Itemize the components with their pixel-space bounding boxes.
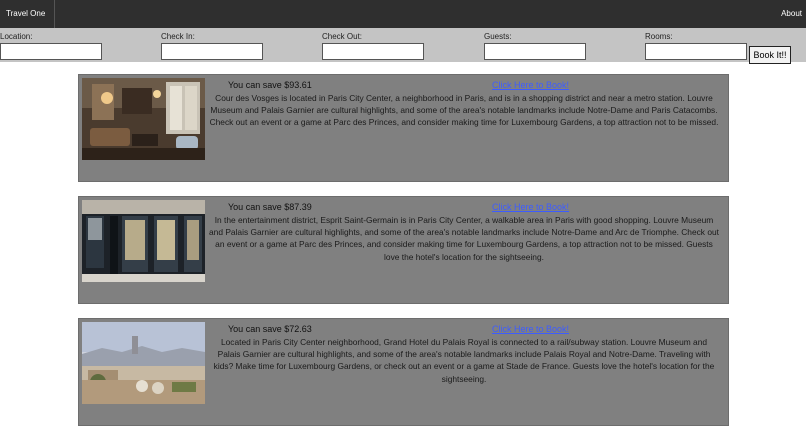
book-it-button[interactable]: Book It!! — [749, 46, 791, 64]
top-navbar: Travel One About — [0, 0, 806, 28]
saving-text: You can save $93.61 — [228, 80, 312, 90]
location-input[interactable] — [0, 43, 102, 60]
check-out-label: Check Out: — [322, 32, 363, 41]
guests-input[interactable] — [484, 43, 586, 60]
check-out-input[interactable] — [322, 43, 424, 60]
hotel-lounge-photo[interactable] — [82, 78, 205, 160]
check-in-field-group: Check In: — [161, 32, 265, 60]
hotel-description: Located in Paris City Center neighborhoo… — [213, 337, 715, 384]
hotel-card: You can save $87.39 Click Here to Book! … — [78, 196, 729, 304]
check-in-input[interactable] — [161, 43, 263, 60]
rooms-field-group: Rooms: — [645, 32, 749, 60]
hotel-description: In the entertainment district, Esprit Sa… — [209, 215, 719, 262]
rooms-input[interactable] — [645, 43, 747, 60]
rooms-label: Rooms: — [645, 32, 673, 41]
book-link[interactable]: Click Here to Book! — [492, 202, 569, 212]
search-bar: Location: Check In: Check Out: Guests: R… — [0, 28, 806, 62]
book-link[interactable]: Click Here to Book! — [492, 80, 569, 90]
guests-label: Guests: — [484, 32, 512, 41]
hotel-card: You can save $72.63 Click Here to Book! … — [78, 318, 729, 426]
about-link[interactable]: About — [781, 0, 802, 28]
saving-text: You can save $72.63 — [228, 324, 312, 334]
brand-link[interactable]: Travel One — [0, 0, 55, 28]
location-field-group: Location: — [0, 32, 104, 60]
saving-text: You can save $87.39 — [228, 202, 312, 212]
hotel-card: You can save $93.61 Click Here to Book! … — [78, 74, 729, 182]
guests-field-group: Guests: — [484, 32, 588, 60]
hotel-description: Cour des Vosges is located in Paris City… — [209, 93, 719, 128]
location-label: Location: — [0, 32, 33, 41]
check-out-field-group: Check Out: — [322, 32, 426, 60]
hotel-terrace-photo[interactable] — [82, 322, 205, 404]
book-link[interactable]: Click Here to Book! — [492, 324, 569, 334]
check-in-label: Check In: — [161, 32, 195, 41]
hotel-facade-photo[interactable] — [82, 200, 205, 282]
